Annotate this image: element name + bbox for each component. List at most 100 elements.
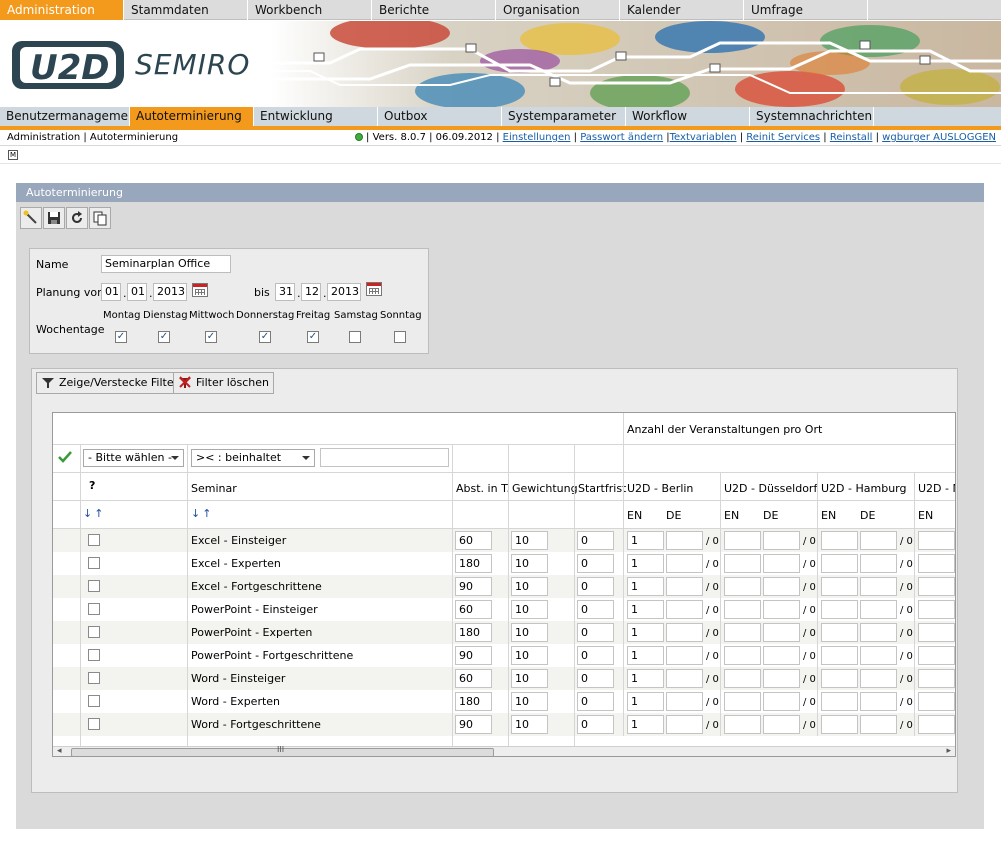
count-de-input[interactable] [860, 577, 897, 596]
row-checkbox[interactable] [88, 649, 100, 661]
abstand-input[interactable]: 90 [455, 715, 492, 734]
row-checkbox[interactable] [88, 626, 100, 638]
startfrist-input[interactable]: 0 [577, 554, 614, 573]
count-de-input[interactable] [666, 600, 703, 619]
day-checkbox-donnerstag[interactable] [259, 331, 271, 343]
link-logout[interactable]: wgburger AUSLOGGEN [882, 132, 996, 143]
gewichtung-input[interactable]: 10 [511, 646, 548, 665]
day-checkbox-mittwoch[interactable] [205, 331, 217, 343]
count-en-input[interactable]: 1 [627, 531, 664, 550]
count-en-input[interactable] [918, 715, 955, 734]
count-en-input[interactable]: 1 [627, 669, 664, 688]
count-en-input[interactable] [821, 715, 858, 734]
count-en-input[interactable] [821, 554, 858, 573]
count-en-input[interactable]: 1 [627, 554, 664, 573]
row-checkbox[interactable] [88, 534, 100, 546]
top-nav-stammdaten[interactable]: Stammdaten [124, 0, 248, 20]
count-de-input[interactable] [860, 531, 897, 550]
count-de-input[interactable] [666, 715, 703, 734]
count-en-input[interactable] [918, 646, 955, 665]
scroll-right-icon[interactable]: ▸ [946, 746, 951, 756]
count-de-input[interactable] [763, 623, 800, 642]
startfrist-input[interactable]: 0 [577, 531, 614, 550]
startfrist-input[interactable]: 0 [577, 669, 614, 688]
refresh-button[interactable] [66, 207, 88, 229]
count-en-input[interactable] [918, 554, 955, 573]
count-de-input[interactable] [666, 669, 703, 688]
row-checkbox[interactable] [88, 718, 100, 730]
new-button[interactable] [20, 207, 42, 229]
filter-value-input[interactable] [320, 448, 449, 467]
count-en-input[interactable]: 1 [627, 600, 664, 619]
to-year-input[interactable]: 2013 [327, 283, 361, 301]
toggle-filter-button[interactable]: Zeige/Verstecke Filter [36, 372, 184, 394]
count-en-input[interactable] [918, 577, 955, 596]
count-en-input[interactable]: 1 [627, 646, 664, 665]
count-en-input[interactable] [724, 554, 761, 573]
sub-nav-outbox[interactable]: Outbox [378, 107, 502, 127]
count-en-input[interactable] [918, 669, 955, 688]
startfrist-input[interactable]: 0 [577, 623, 614, 642]
gewichtung-input[interactable]: 10 [511, 600, 548, 619]
count-en-input[interactable] [821, 577, 858, 596]
count-en-input[interactable]: 1 [627, 692, 664, 711]
sub-nav-systemnachrichten[interactable]: Systemnachrichten [750, 107, 874, 127]
sub-nav-entwicklung[interactable]: Entwicklung [254, 107, 378, 127]
top-nav-kalender[interactable]: Kalender [620, 0, 744, 20]
to-month-input[interactable]: 12 [301, 283, 321, 301]
count-en-input[interactable] [724, 531, 761, 550]
row-checkbox[interactable] [88, 695, 100, 707]
horizontal-scrollbar[interactable]: ◂ III ▸ [53, 745, 955, 756]
row-checkbox[interactable] [88, 580, 100, 592]
day-checkbox-montag[interactable] [115, 331, 127, 343]
to-day-input[interactable]: 31 [275, 283, 295, 301]
gewichtung-input[interactable]: 10 [511, 554, 548, 573]
link-einstellungen[interactable]: Einstellungen [503, 132, 571, 143]
abstand-input[interactable]: 90 [455, 646, 492, 665]
sub-nav-systemparameter[interactable]: Systemparameter [502, 107, 626, 127]
count-de-input[interactable] [860, 646, 897, 665]
link-reinit-services[interactable]: Reinit Services [746, 132, 820, 143]
count-en-input[interactable] [724, 600, 761, 619]
row-checkbox[interactable] [88, 672, 100, 684]
startfrist-input[interactable]: 0 [577, 600, 614, 619]
count-de-input[interactable] [763, 577, 800, 596]
link-textvariablen[interactable]: Textvariablen [670, 132, 737, 143]
help-icon[interactable]: ? [89, 479, 95, 492]
clear-filter-button[interactable]: Filter löschen [173, 372, 275, 394]
from-day-input[interactable]: 01 [101, 283, 121, 301]
from-year-input[interactable]: 2013 [153, 283, 187, 301]
count-en-input[interactable] [724, 669, 761, 688]
row-checkbox[interactable] [88, 557, 100, 569]
name-input[interactable]: Seminarplan Office [101, 255, 231, 273]
top-nav-umfrage[interactable]: Umfrage [744, 0, 868, 20]
top-nav-berichte[interactable]: Berichte [372, 0, 496, 20]
startfrist-input[interactable]: 0 [577, 577, 614, 596]
count-de-input[interactable] [860, 623, 897, 642]
link-passwort-aendern[interactable]: Passwort ändern [580, 132, 663, 143]
count-en-input[interactable] [821, 623, 858, 642]
scroll-left-icon[interactable]: ◂ [57, 746, 62, 756]
sort-arrows-icon[interactable]: ↓↑ [191, 507, 213, 520]
day-checkbox-freitag[interactable] [307, 331, 319, 343]
count-en-input[interactable] [821, 692, 858, 711]
gewichtung-input[interactable]: 10 [511, 669, 548, 688]
count-de-input[interactable] [860, 669, 897, 688]
gewichtung-input[interactable]: 10 [511, 623, 548, 642]
count-de-input[interactable] [860, 715, 897, 734]
count-de-input[interactable] [666, 646, 703, 665]
operator-select[interactable]: >< : beinhaltet [191, 449, 315, 467]
abstand-input[interactable]: 60 [455, 669, 492, 688]
count-en-input[interactable] [821, 669, 858, 688]
startfrist-input[interactable]: 0 [577, 646, 614, 665]
count-de-input[interactable] [763, 600, 800, 619]
calendar-icon[interactable] [366, 282, 382, 296]
top-nav-organisation[interactable]: Organisation [496, 0, 620, 20]
count-en-input[interactable] [724, 623, 761, 642]
sub-nav-benutzermanagement[interactable]: Benutzermanagement [0, 107, 130, 127]
gewichtung-input[interactable]: 10 [511, 531, 548, 550]
abstand-input[interactable]: 90 [455, 577, 492, 596]
count-en-input[interactable]: 1 [627, 715, 664, 734]
gewichtung-input[interactable]: 10 [511, 715, 548, 734]
calendar-icon[interactable] [192, 283, 208, 297]
